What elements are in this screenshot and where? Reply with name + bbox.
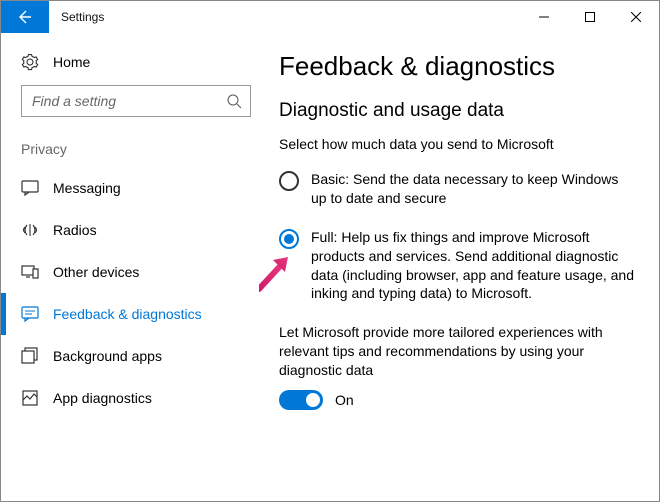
sidebar-item-label: Radios (53, 222, 97, 238)
search-input[interactable] (32, 93, 226, 109)
sidebar-item-label: App diagnostics (53, 390, 152, 406)
sidebar: Home Privacy Messaging Radios Other devi… (1, 33, 259, 501)
devices-icon (21, 263, 39, 281)
tailored-experiences-text: Let Microsoft provide more tailored expe… (279, 323, 635, 380)
radio-label: Basic: Send the data necessary to keep W… (311, 170, 635, 208)
background-apps-icon (21, 347, 39, 365)
radio-option-full[interactable]: Full: Help us fix things and improve Mic… (279, 228, 635, 304)
sidebar-item-label: Background apps (53, 348, 162, 364)
close-icon (631, 12, 641, 22)
sidebar-item-label: Messaging (53, 180, 121, 196)
section-heading: Diagnostic and usage data (279, 100, 635, 122)
content: Home Privacy Messaging Radios Other devi… (1, 33, 659, 501)
back-button[interactable] (1, 1, 49, 33)
sidebar-item-messaging[interactable]: Messaging (21, 167, 259, 209)
feedback-icon (21, 305, 39, 323)
radio-option-basic[interactable]: Basic: Send the data necessary to keep W… (279, 170, 635, 208)
app-diagnostics-icon (21, 389, 39, 407)
maximize-button[interactable] (567, 1, 613, 33)
message-icon (21, 179, 39, 197)
page-heading: Feedback & diagnostics (279, 51, 635, 82)
sidebar-item-radios[interactable]: Radios (21, 209, 259, 251)
main-panel: Feedback & diagnostics Diagnostic and us… (259, 33, 659, 501)
minimize-button[interactable] (521, 1, 567, 33)
tailored-toggle[interactable] (279, 390, 323, 410)
minimize-icon (539, 12, 549, 22)
sidebar-home-label: Home (53, 54, 90, 70)
sidebar-item-label: Other devices (53, 264, 139, 280)
search-box[interactable] (21, 85, 251, 117)
close-button[interactable] (613, 1, 659, 33)
sidebar-item-feedback-diagnostics[interactable]: Feedback & diagnostics (21, 293, 259, 335)
section-description: Select how much data you send to Microso… (279, 136, 635, 152)
titlebar: Settings (1, 1, 659, 33)
sidebar-item-label: Feedback & diagnostics (53, 306, 202, 322)
gear-icon (21, 53, 39, 71)
sidebar-item-background-apps[interactable]: Background apps (21, 335, 259, 377)
sidebar-group-label: Privacy (21, 141, 259, 157)
radios-icon (21, 221, 39, 239)
window-title: Settings (49, 1, 116, 33)
radio-circle-icon (279, 171, 299, 191)
sidebar-item-app-diagnostics[interactable]: App diagnostics (21, 377, 259, 419)
arrow-left-icon (17, 9, 33, 25)
maximize-icon (585, 12, 595, 22)
sidebar-home[interactable]: Home (21, 45, 259, 85)
sidebar-item-other-devices[interactable]: Other devices (21, 251, 259, 293)
tailored-toggle-row: On (279, 390, 635, 410)
radio-circle-checked-icon (279, 229, 299, 249)
search-icon (226, 93, 242, 109)
radio-label: Full: Help us fix things and improve Mic… (311, 228, 635, 304)
toggle-label: On (335, 392, 354, 408)
